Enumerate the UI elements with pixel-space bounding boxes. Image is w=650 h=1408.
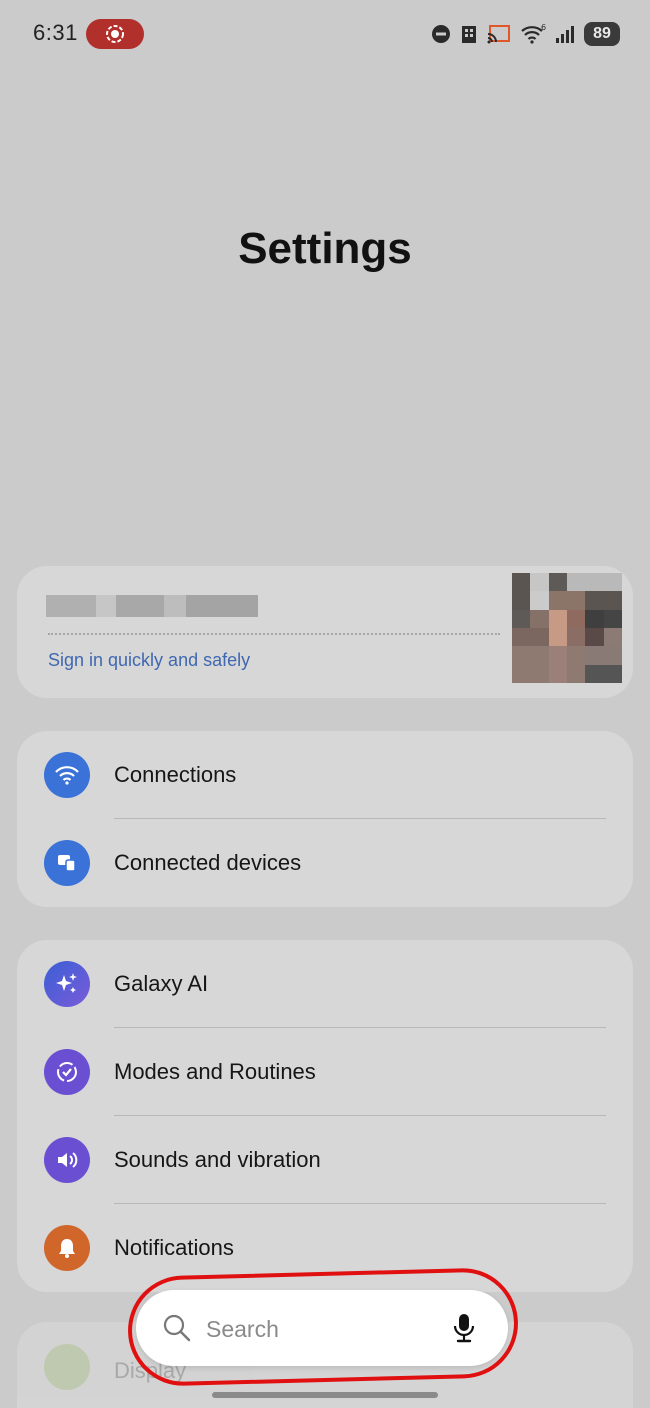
account-name-redacted bbox=[46, 595, 258, 617]
battery-icon: 89 bbox=[584, 22, 620, 46]
page-title: Settings bbox=[238, 224, 412, 273]
svg-text:6: 6 bbox=[541, 23, 546, 32]
home-indicator[interactable] bbox=[212, 1392, 438, 1398]
status-bar: 6:31 6 89 bbox=[0, 0, 650, 66]
sound-icon bbox=[44, 1137, 90, 1183]
settings-item-label: Connections bbox=[114, 762, 237, 787]
do-not-disturb-icon bbox=[432, 25, 450, 43]
settings-item-label: Modes and Routines bbox=[114, 1059, 316, 1084]
signin-link[interactable]: Sign in quickly and safely bbox=[48, 650, 250, 671]
bell-icon bbox=[44, 1225, 90, 1271]
account-card[interactable]: Sign in quickly and safely bbox=[17, 566, 633, 698]
settings-item-modes-routines[interactable]: Modes and Routines bbox=[17, 1028, 633, 1116]
settings-item-connected-devices[interactable]: Connected devices bbox=[17, 819, 633, 907]
cast-icon bbox=[487, 25, 510, 44]
settings-item-sounds-vibration[interactable]: Sounds and vibration bbox=[17, 1116, 633, 1204]
settings-item-label: Galaxy AI bbox=[114, 971, 209, 996]
avatar[interactable] bbox=[512, 573, 622, 683]
modes-routines-icon bbox=[44, 1049, 90, 1095]
settings-item-label: Notifications bbox=[114, 1235, 234, 1260]
settings-item-galaxy-ai[interactable]: Galaxy AI bbox=[17, 940, 633, 1028]
settings-group-connections: Connections Connected devices bbox=[17, 731, 633, 907]
galaxy-ai-icon bbox=[44, 961, 90, 1007]
connected-devices-icon bbox=[44, 840, 90, 886]
building-icon bbox=[462, 26, 476, 43]
account-divider bbox=[48, 633, 500, 635]
settings-group-features: Galaxy AI Modes and Routines Sounds and … bbox=[17, 940, 633, 1292]
screen-record-icon[interactable] bbox=[86, 19, 144, 49]
highlight-circle bbox=[126, 1266, 520, 1388]
wifi-icon bbox=[44, 752, 90, 798]
status-time: 6:31 bbox=[33, 20, 78, 45]
display-icon bbox=[44, 1344, 90, 1390]
settings-item-connections[interactable]: Connections bbox=[17, 731, 633, 819]
settings-item-label: Sounds and vibration bbox=[114, 1147, 321, 1172]
wifi-icon: 6 bbox=[521, 23, 546, 44]
signal-icon bbox=[556, 26, 574, 43]
settings-item-label: Connected devices bbox=[114, 850, 302, 875]
status-icons: 6 89 bbox=[431, 20, 620, 48]
